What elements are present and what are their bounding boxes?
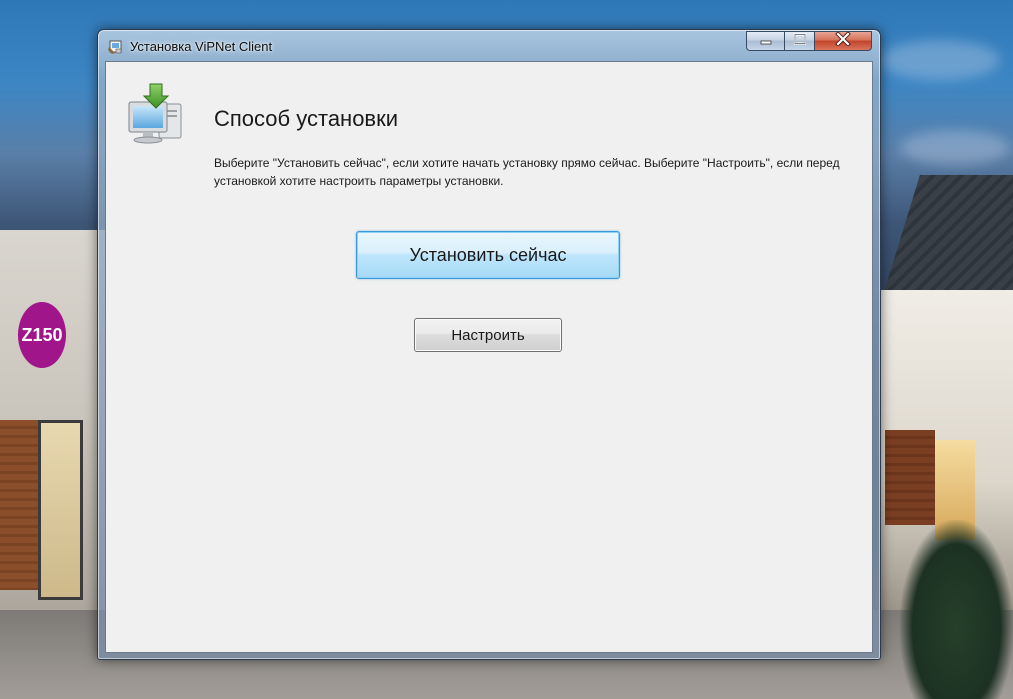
installer-window: Установка ViPNet Client Способ установки… xyxy=(97,29,881,660)
computer-download-icon xyxy=(125,82,187,148)
cloud xyxy=(880,40,1000,80)
install-now-button[interactable]: Установить сейчас xyxy=(356,231,620,279)
installer-app-icon xyxy=(107,38,124,55)
background-badge: Z150 xyxy=(18,302,66,368)
minimize-button[interactable] xyxy=(746,31,784,51)
maximize-button[interactable] xyxy=(784,31,814,51)
maximize-icon xyxy=(793,32,807,50)
background-window xyxy=(38,420,83,600)
background-roof xyxy=(880,175,1013,305)
close-button[interactable] xyxy=(814,30,872,51)
dialog-content: Способ установки Выберите "Установить се… xyxy=(105,61,873,653)
page-title: Способ установки xyxy=(214,106,399,131)
minimize-icon xyxy=(759,32,773,50)
background-tree xyxy=(900,520,1013,699)
page-description: Выберите "Установить сейчас", если хотит… xyxy=(214,156,840,188)
background-wood-panel xyxy=(0,420,40,590)
cloud xyxy=(900,130,1010,165)
window-titlebar[interactable]: Установка ViPNet Client xyxy=(98,30,880,61)
background-wood-panel xyxy=(885,430,935,525)
window-title: Установка ViPNet Client xyxy=(130,39,273,54)
configure-button[interactable]: Настроить xyxy=(414,318,562,352)
close-icon xyxy=(835,30,851,51)
